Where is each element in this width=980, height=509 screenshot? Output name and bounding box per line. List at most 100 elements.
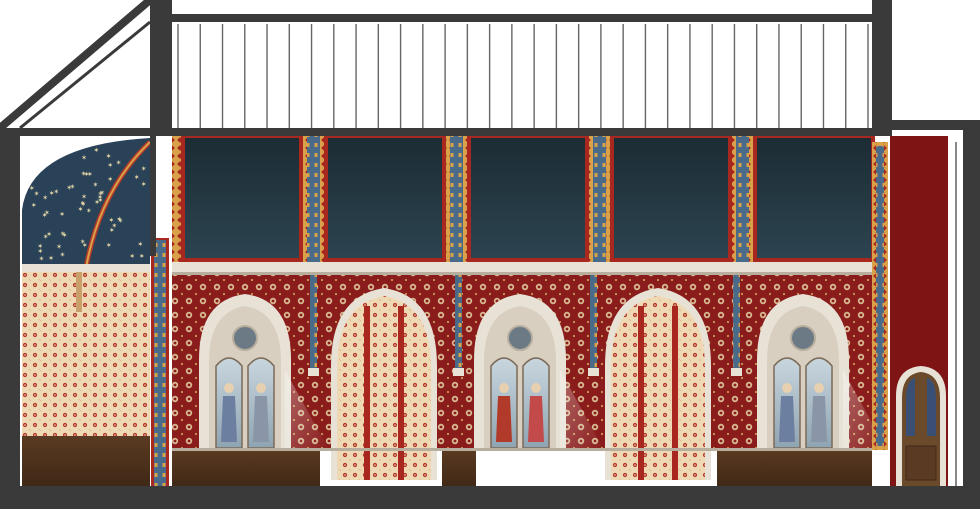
dado-panel bbox=[172, 450, 320, 488]
apse-star: ✶ bbox=[84, 170, 90, 178]
clerestory-panel bbox=[757, 138, 871, 258]
window-figure-robe bbox=[496, 396, 512, 442]
left-corbel bbox=[76, 272, 82, 312]
railing-background bbox=[172, 22, 872, 130]
window-rose bbox=[232, 325, 258, 351]
clerestory bbox=[172, 134, 875, 275]
arch-stripe bbox=[638, 306, 644, 480]
right-outer-wall bbox=[963, 130, 980, 509]
apse-star: ✶ bbox=[93, 181, 99, 189]
window-figure-head bbox=[782, 383, 792, 393]
decorative-column bbox=[151, 238, 169, 488]
apse-star: ✶ bbox=[53, 188, 59, 196]
window-figure-head bbox=[814, 383, 824, 393]
left-wall-pattern bbox=[22, 270, 150, 438]
clerestory-pilaster bbox=[736, 136, 749, 266]
apse-star: ✶ bbox=[106, 153, 112, 161]
apse-star: ✶ bbox=[48, 254, 54, 262]
apse-star: ✶ bbox=[60, 230, 66, 238]
right-pilaster-inner bbox=[876, 146, 884, 446]
wall-shaft-corbel bbox=[308, 368, 319, 376]
apse-star: ✶ bbox=[86, 207, 92, 215]
apse-star: ✶ bbox=[139, 253, 145, 261]
window-figure-head bbox=[499, 383, 509, 393]
clerestory-pilaster bbox=[593, 136, 606, 266]
roof-slope-line bbox=[19, 20, 151, 130]
apse-star: ✶ bbox=[59, 251, 65, 259]
apse-star: ✶ bbox=[93, 147, 99, 155]
top-beam bbox=[150, 14, 892, 22]
wall-shaft bbox=[455, 275, 462, 370]
clerestory-pilaster bbox=[307, 136, 320, 266]
wall-shaft bbox=[310, 275, 317, 370]
apse-star: ✶ bbox=[107, 175, 113, 183]
apse-star: ✶ bbox=[66, 184, 72, 192]
left-dado bbox=[22, 436, 150, 488]
apse-star: ✶ bbox=[56, 243, 62, 251]
window-figure-robe bbox=[779, 396, 795, 442]
dado-rail bbox=[172, 448, 872, 451]
left-cornice bbox=[22, 264, 150, 272]
elevation-svg: ✶✶✶✶✶✶✶✶✶✶✶✶✶✶✶✶✶✶✶✶✶✶✶✶✶✶✶✶✶✶✶✶✶✶✶✶✶✶✶✶… bbox=[0, 0, 980, 509]
apse-star: ✶ bbox=[116, 159, 122, 167]
clerestory-pilaster bbox=[450, 136, 463, 266]
clerestory-panel bbox=[614, 138, 728, 258]
apse-star: ✶ bbox=[134, 174, 140, 182]
apse-star: ✶ bbox=[59, 211, 65, 219]
apse-star: ✶ bbox=[42, 194, 48, 202]
main-cornice bbox=[172, 262, 872, 272]
window-rose bbox=[507, 325, 533, 351]
arch-pattern-field bbox=[611, 296, 705, 480]
roof-slope-outer bbox=[0, 0, 153, 132]
window-figure-head bbox=[224, 383, 234, 393]
dado-panel bbox=[442, 450, 476, 488]
apse-star: ✶ bbox=[137, 240, 143, 248]
clerestory-panel bbox=[328, 138, 442, 258]
ground-slab bbox=[0, 486, 980, 509]
apse-star: ✶ bbox=[81, 154, 87, 162]
arch-stripe bbox=[364, 306, 370, 480]
main-cornice-shadow bbox=[172, 272, 872, 275]
apse-star: ✶ bbox=[97, 197, 103, 205]
window-figure-robe bbox=[811, 396, 827, 442]
apse-star: ✶ bbox=[82, 242, 88, 250]
apse-star: ✶ bbox=[107, 162, 113, 170]
apse-star: ✶ bbox=[43, 233, 49, 241]
apse-star: ✶ bbox=[31, 201, 37, 209]
door-lower-panel bbox=[905, 445, 937, 481]
window-figure-robe bbox=[528, 396, 544, 442]
left-outer-wall bbox=[0, 128, 20, 509]
wall-shaft-corbel bbox=[588, 368, 599, 376]
clerestory-panel bbox=[471, 138, 585, 258]
floor-beam bbox=[20, 128, 892, 136]
dado-panel bbox=[717, 450, 872, 488]
wall-shaft-corbel bbox=[731, 368, 742, 376]
arch-stripe bbox=[398, 306, 404, 480]
wall-shaft bbox=[733, 275, 740, 370]
column-pattern bbox=[154, 240, 166, 486]
wall-shaft-corbel bbox=[453, 368, 464, 376]
arch-stripe bbox=[672, 306, 678, 480]
apse-star: ✶ bbox=[29, 184, 35, 192]
clerestory-panel bbox=[185, 138, 299, 258]
elevation-drawing: ✶ ✶ ✶ ✶ ✶ ✶ ✶ ✶ ✶ ✶ ✶ ✶ ✶ ✶ ✶ ✶ ✶ ✶ ✶ ✶ ✶ ✶ ✶ ✶ ✶ ✶ ✶ ✶ ✶ ✶ ✶ ✶ ✶ ✶ ✶ ✶ ✶ ✶ ✶ ✶… bbox=[0, 0, 980, 509]
window-rose bbox=[790, 325, 816, 351]
apse-star: ✶ bbox=[111, 222, 117, 230]
window-figure-head bbox=[256, 383, 266, 393]
window-figure-head bbox=[531, 383, 541, 393]
window-figure-robe bbox=[221, 396, 237, 442]
apse-star: ✶ bbox=[141, 180, 147, 188]
apse-vault: ✶✶✶✶✶✶✶✶✶✶✶✶✶✶✶✶✶✶✶✶✶✶✶✶✶✶✶✶✶✶✶✶✶✶✶✶✶✶✶✶… bbox=[20, 136, 152, 488]
apse-star: ✶ bbox=[141, 165, 147, 173]
right-roof-beam bbox=[872, 120, 980, 130]
apse-star: ✶ bbox=[106, 241, 112, 249]
apse-star: ✶ bbox=[44, 209, 50, 217]
wall-shaft bbox=[590, 275, 597, 370]
apse-star: ✶ bbox=[39, 255, 45, 263]
window-figure-robe bbox=[253, 396, 269, 442]
left-inner-post bbox=[150, 136, 156, 256]
apse-star: ✶ bbox=[81, 193, 87, 201]
apse-star: ✶ bbox=[129, 252, 135, 260]
arch-pattern-field bbox=[337, 296, 431, 480]
dado bbox=[172, 448, 872, 488]
